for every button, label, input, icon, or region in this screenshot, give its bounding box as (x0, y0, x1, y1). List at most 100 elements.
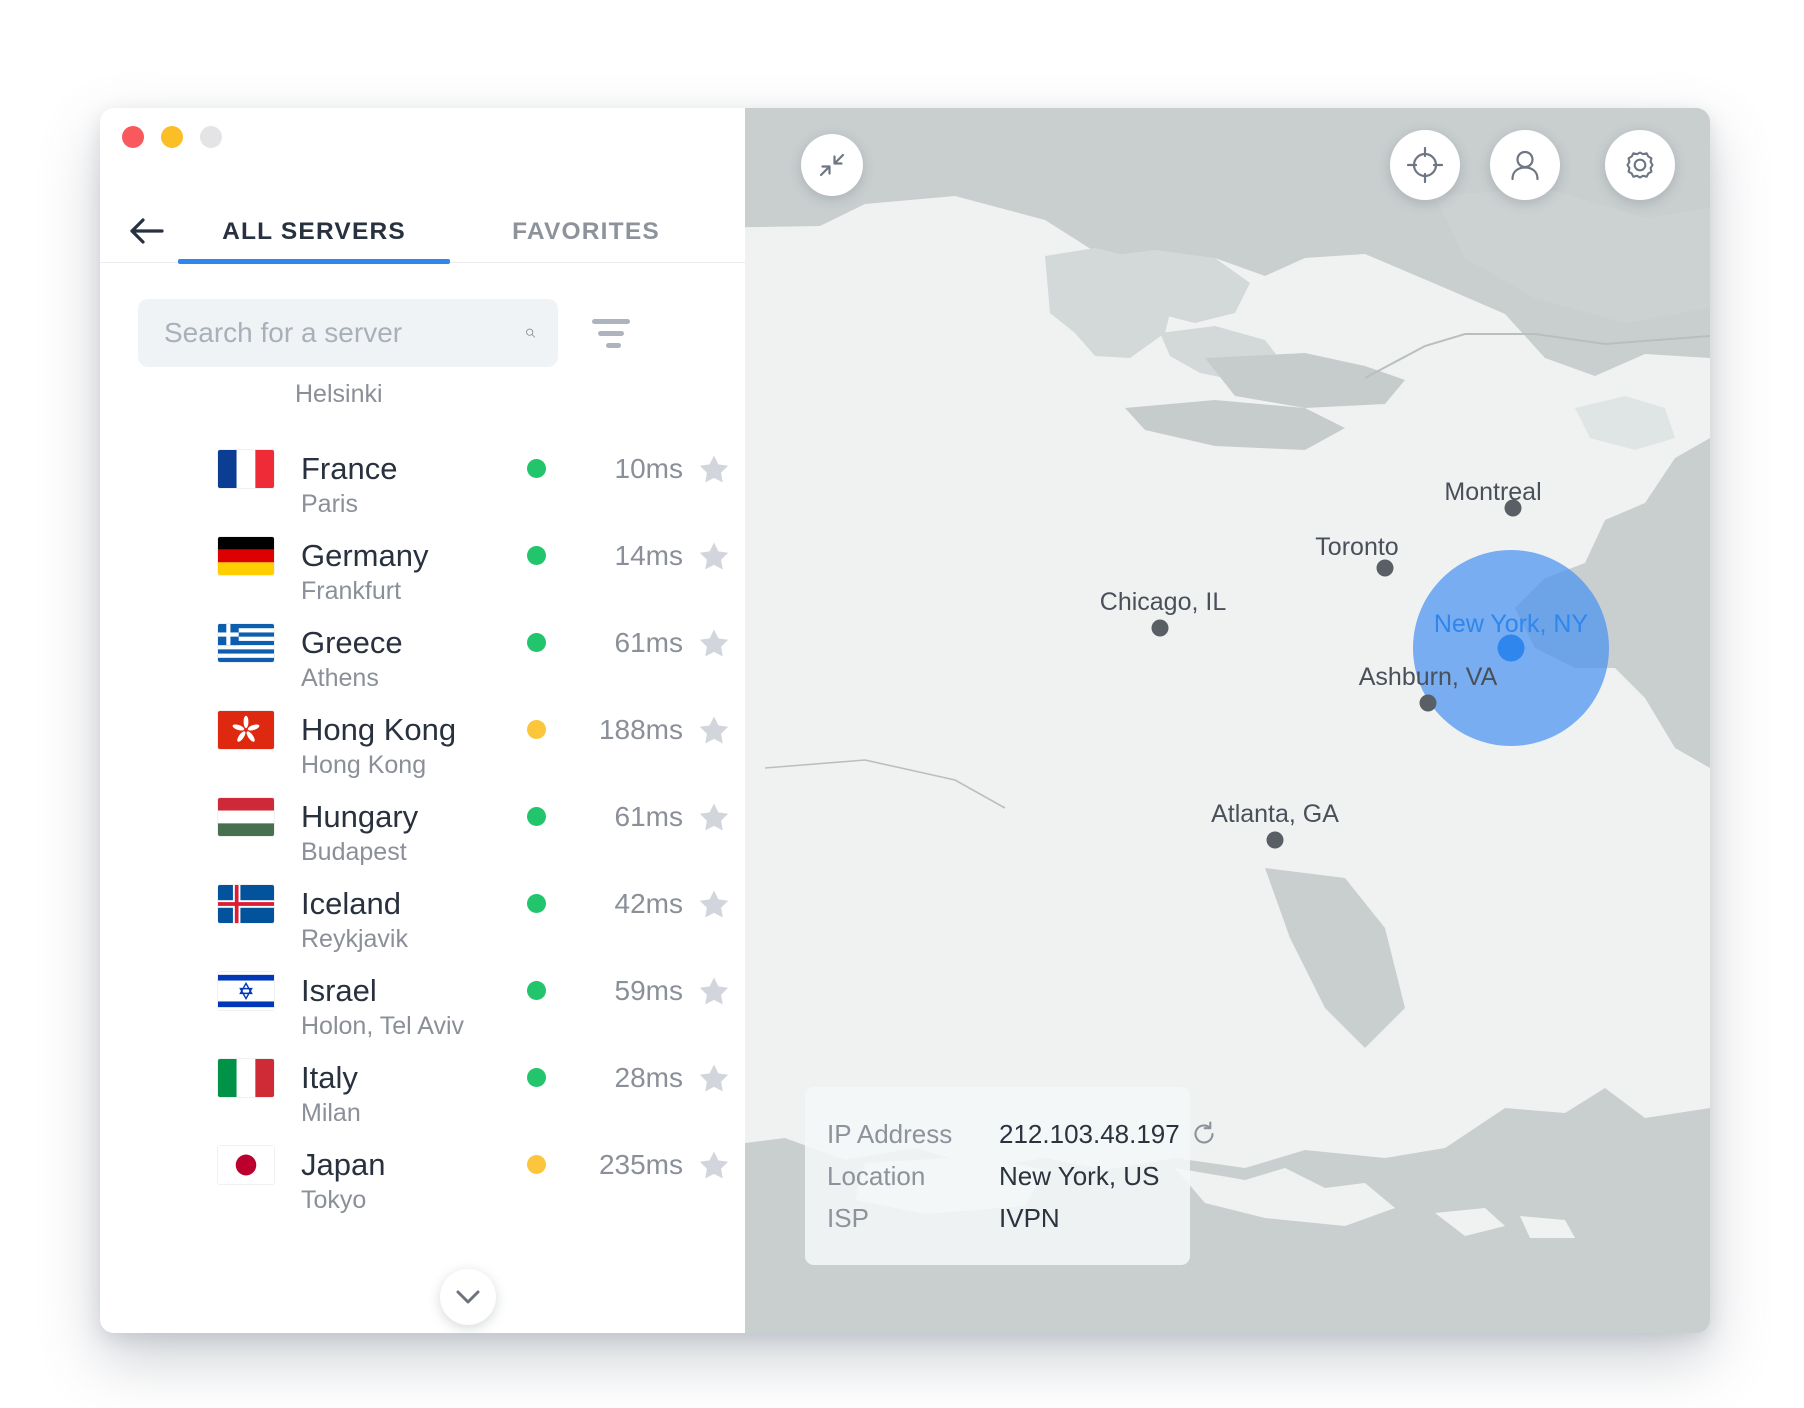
tab-favorites[interactable]: FAVORITES (450, 200, 722, 263)
server-country: Germany (301, 537, 429, 573)
server-row[interactable]: Italy Milan 28ms (100, 1034, 745, 1127)
city-marker[interactable] (1151, 619, 1169, 637)
server-row[interactable]: Greece Athens 61ms (100, 599, 745, 692)
server-country: Japan (301, 1146, 386, 1182)
info-label-ip: IP Address (827, 1118, 953, 1149)
city-label: Atlanta, GA (1211, 800, 1339, 828)
server-country: Iceland (301, 885, 401, 921)
minimize-button[interactable] (161, 126, 183, 148)
server-ping: 14ms (614, 539, 683, 571)
favorite-button[interactable] (683, 626, 745, 660)
flag-icon-fr (218, 449, 274, 488)
favorite-star-icon (699, 629, 729, 656)
server-text: France Paris (301, 450, 527, 518)
info-row-location: Location New York, US (827, 1155, 1160, 1197)
favorite-button[interactable] (683, 539, 745, 573)
favorite-button[interactable] (683, 1061, 745, 1095)
city-label: Ashburn, VA (1358, 663, 1498, 691)
server-text: Israel Holon, Tel Aviv (301, 972, 527, 1040)
ping-status-dot (527, 459, 546, 478)
ping-status-dot (527, 981, 546, 1000)
zoom-button[interactable] (200, 126, 222, 148)
map-pane[interactable]: Montreal Toronto Chicago, IL Ashburn, VA Atl… (745, 108, 1710, 1333)
traffic-light-group (122, 126, 222, 148)
favorite-button[interactable] (683, 800, 745, 834)
info-value-ip: 212.103.48.197 (999, 1119, 1218, 1150)
settings-button[interactable] (1605, 130, 1675, 200)
window-titlebar (100, 108, 745, 200)
sort-filter-button[interactable] (592, 308, 642, 358)
server-row[interactable]: Germany Frankfurt 14ms (100, 512, 745, 605)
city-marker[interactable] (1419, 694, 1437, 712)
city-label: Chicago, IL (1099, 588, 1227, 616)
favorite-button[interactable] (683, 887, 745, 921)
favorite-button[interactable] (683, 713, 745, 747)
refresh-ip-button[interactable] (1190, 1120, 1218, 1148)
flag-icon-hk (218, 710, 274, 749)
city-marker[interactable] (1376, 559, 1394, 577)
ping-status-dot (527, 1155, 546, 1174)
ping-status-dot (527, 894, 546, 913)
server-row[interactable]: Iceland Reykjavik 42ms (100, 860, 745, 953)
server-text: Greece Athens (301, 625, 527, 692)
account-button[interactable] (1490, 130, 1560, 200)
city-label: Toronto (1315, 533, 1399, 561)
sort-filter-icon-bar3 (606, 342, 621, 348)
server-text: Japan Tokyo (301, 1146, 527, 1214)
back-arrow-icon (130, 218, 164, 244)
server-row[interactable]: Hungary Budapest 61ms (100, 773, 745, 866)
connection-info-panel: IP Address 212.103.48.197 Location New Y… (805, 1087, 1214, 1265)
crosshair-icon (1406, 146, 1444, 184)
favorite-star-icon (699, 542, 729, 569)
active-server-marker[interactable] (1497, 634, 1525, 662)
favorite-button[interactable] (683, 452, 745, 486)
server-ping: 59ms (614, 974, 683, 1006)
server-city: Tokyo (301, 1185, 367, 1214)
gear-icon (1626, 151, 1654, 179)
server-row[interactable]: Israel Holon, Tel Aviv 59ms (100, 947, 745, 1040)
ping-status-dot (527, 1068, 546, 1087)
server-text: Germany Frankfurt (301, 537, 527, 605)
server-ping: 28ms (614, 1061, 683, 1093)
favorite-star-icon (699, 1064, 729, 1091)
server-row[interactable]: Japan Tokyo 235ms (100, 1121, 745, 1214)
collapse-arrows-icon (819, 153, 845, 177)
collapse-button[interactable] (801, 134, 863, 196)
server-row[interactable]: Hong Kong Hong Kong 188ms (100, 686, 745, 779)
scroll-down-button[interactable] (440, 1269, 496, 1325)
search-icon[interactable] (525, 313, 536, 353)
partial-city-top: Helsinki (295, 380, 383, 408)
close-button[interactable] (122, 126, 144, 148)
server-text: Iceland Reykjavik (301, 885, 527, 953)
server-list[interactable]: Helsinki France Paris 10ms Germany Frank… (100, 367, 745, 1333)
tab-all-servers[interactable]: ALL SERVERS (178, 200, 450, 264)
favorite-button[interactable] (683, 1148, 745, 1182)
app-window: ALL SERVERS FAVORITES Helsinki France (100, 108, 1710, 1333)
info-row-isp: ISP IVPN (827, 1197, 1160, 1239)
sort-filter-icon (592, 318, 630, 324)
server-country: France (301, 450, 398, 486)
favorite-star-icon (699, 455, 729, 482)
ip-address-value: 212.103.48.197 (999, 1118, 1180, 1149)
server-text: Hungary Budapest (301, 798, 527, 866)
server-row[interactable]: France Paris 10ms (100, 425, 745, 518)
flag-icon-il (218, 971, 274, 1010)
server-country: Israel (301, 972, 377, 1008)
ping-status-dot (527, 546, 546, 565)
server-ping: 61ms (614, 626, 683, 658)
city-marker[interactable] (1266, 831, 1284, 849)
back-button[interactable] (116, 208, 178, 254)
favorite-star-icon (699, 716, 729, 743)
ping-status-dot (527, 720, 546, 739)
city-marker[interactable] (1504, 499, 1522, 517)
server-ping: 188ms (598, 713, 683, 745)
server-ping: 42ms (614, 887, 683, 919)
search-input[interactable] (164, 317, 525, 349)
info-row-ip: IP Address 212.103.48.197 (827, 1113, 1214, 1155)
server-country: Hungary (301, 798, 419, 834)
favorite-star-icon (699, 803, 729, 830)
server-ping: 10ms (614, 452, 683, 484)
favorite-button[interactable] (683, 974, 745, 1008)
search-box[interactable] (138, 299, 558, 367)
locate-button[interactable] (1390, 130, 1460, 200)
